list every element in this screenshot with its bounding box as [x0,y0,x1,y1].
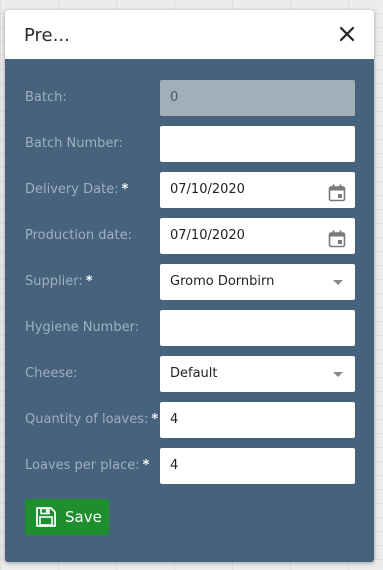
batch-field: 0 [160,80,355,116]
supplier-select[interactable]: Gromo Dornbirn [160,264,355,300]
row-production-date: Production date: 07/10/2020 [5,218,374,254]
required-mark: * [142,458,150,473]
batch-label: Batch: [25,90,67,105]
chevron-down-icon [333,372,343,377]
row-hygiene-number: Hygiene Number: [5,310,374,346]
delivery-date-label: Delivery Date: * [25,182,129,197]
chevron-down-icon [333,280,343,285]
production-date-input[interactable]: 07/10/2020 [160,218,355,254]
hygiene-number-input[interactable] [160,310,355,346]
row-cheese: Cheese: Default [5,356,374,392]
loaves-per-place-input[interactable]: 4 [160,448,355,484]
required-mark: * [151,412,159,427]
row-quantity-of-loaves: Quantity of loaves: * 4 [5,402,374,438]
calendar-icon[interactable] [328,227,346,263]
calendar-icon[interactable] [328,181,346,217]
batch-number-label: Batch Number: [25,136,123,151]
save-button[interactable]: Save [25,499,109,535]
hygiene-number-label: Hygiene Number: [25,320,140,335]
delivery-date-input[interactable]: 07/10/2020 [160,172,355,208]
close-icon[interactable] [336,23,358,45]
row-supplier: Supplier: * Gromo Dornbirn [5,264,374,300]
dialog: Pre... Batch: 0 Batch Number: Delivery D… [5,10,374,562]
delivery-date-value: 07/10/2020 [170,182,245,197]
row-batch-number: Batch Number: [5,126,374,162]
production-date-label: Production date: [25,228,132,243]
quantity-of-loaves-input[interactable]: 4 [160,402,355,438]
supplier-value: Gromo Dornbirn [170,274,275,289]
production-date-value: 07/10/2020 [170,228,245,243]
row-loaves-per-place: Loaves per place: * 4 [5,448,374,484]
batch-number-input[interactable] [160,126,355,162]
floppy-disk-icon [35,506,57,532]
required-mark: * [85,274,93,289]
dialog-header: Pre... [5,10,374,59]
save-button-label: Save [65,508,102,526]
cheese-label: Cheese: [25,366,78,381]
row-batch: Batch: 0 [5,80,374,116]
cheese-value: Default [170,366,218,381]
cheese-select[interactable]: Default [160,356,355,392]
loaves-per-place-label: Loaves per place: * [25,458,150,473]
required-mark: * [121,182,129,197]
quantity-of-loaves-label: Quantity of loaves: * [25,412,159,427]
row-delivery-date: Delivery Date: * 07/10/2020 [5,172,374,208]
dialog-title: Pre... [24,25,70,46]
supplier-label: Supplier: * [25,274,93,289]
